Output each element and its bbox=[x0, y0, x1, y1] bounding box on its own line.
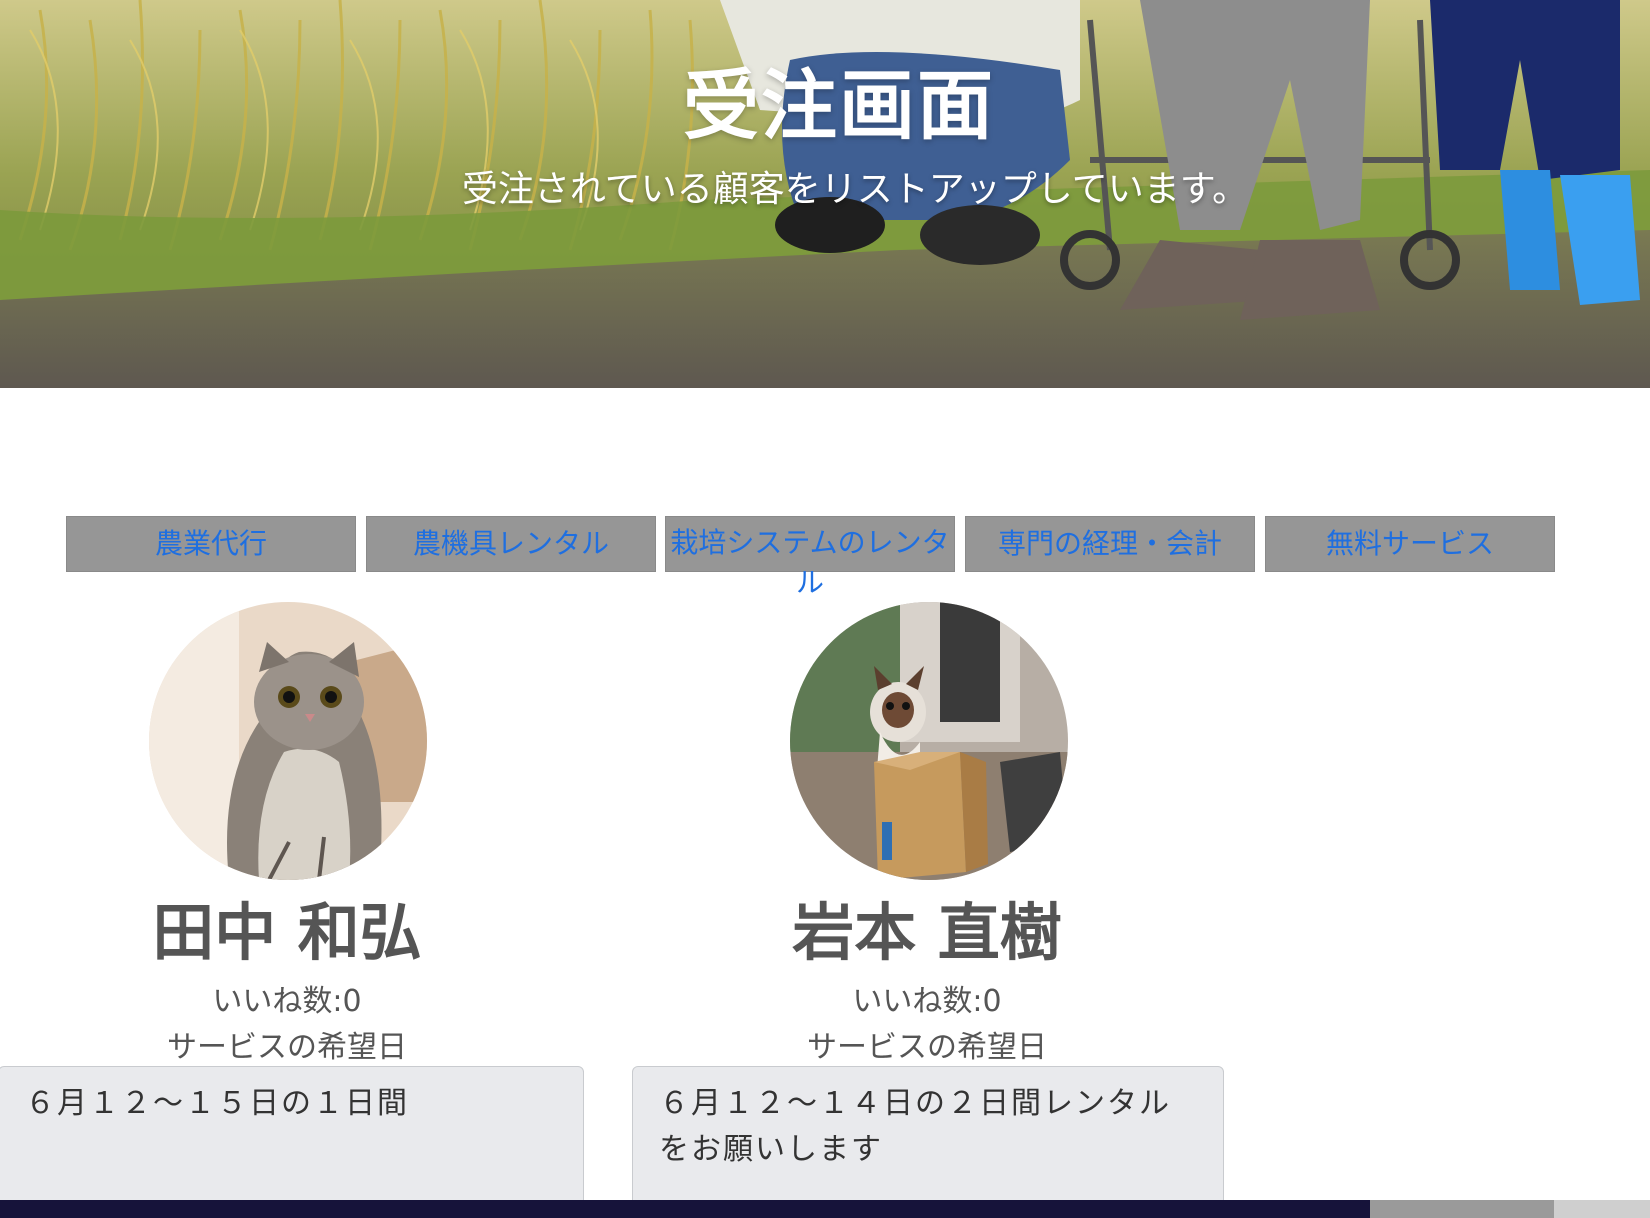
nav-item-free-service[interactable]: 無料サービス bbox=[1265, 516, 1555, 572]
customer-name: 田中 和弘 bbox=[152, 896, 422, 969]
bottom-taskbar bbox=[0, 1200, 1650, 1218]
service-nav: 農業代行 農機具レンタル 栽培システムのレンタ ル 専門の経理・会計 無料サービ… bbox=[66, 516, 1556, 599]
scrollbar-handle[interactable] bbox=[1554, 1200, 1650, 1218]
customer-avatar bbox=[790, 602, 1068, 880]
service-date-label: サービスの希望日 bbox=[167, 1030, 407, 1065]
nav-item-label-line2[interactable]: ル bbox=[666, 562, 954, 604]
nav-item-label-line1[interactable]: 栽培システムのレンタ bbox=[670, 526, 949, 559]
service-request-text: ６月１２〜１５日の１日間 bbox=[0, 1066, 584, 1216]
nav-item-equipment-rental[interactable]: 農機具レンタル bbox=[366, 516, 656, 572]
likes-count: いいね数:0 bbox=[212, 984, 362, 1019]
customer-avatar bbox=[149, 602, 427, 880]
customer-name: 岩本 直樹 bbox=[792, 896, 1062, 969]
hero-banner: 受注画面 受注されている顧客をリストアップしています。 bbox=[0, 0, 1650, 388]
likes-count: いいね数:0 bbox=[852, 984, 1002, 1019]
nav-item-farming-agency[interactable]: 農業代行 bbox=[66, 516, 356, 572]
service-date-label: サービスの希望日 bbox=[807, 1030, 1047, 1065]
page-subtitle: 受注されている顧客をリストアップしています。 bbox=[461, 169, 1249, 210]
cat-in-box-photo-icon bbox=[790, 602, 1068, 880]
cat-photo-icon bbox=[149, 602, 427, 880]
nav-item-cultivation-system-rental[interactable]: 栽培システムのレンタ ル bbox=[665, 516, 955, 599]
page-title: 受注画面 bbox=[683, 61, 995, 150]
service-request-text: ６月１２〜１４日の２日間レンタルをお願いします bbox=[632, 1066, 1224, 1216]
nav-item-accounting[interactable]: 専門の経理・会計 bbox=[965, 516, 1255, 572]
